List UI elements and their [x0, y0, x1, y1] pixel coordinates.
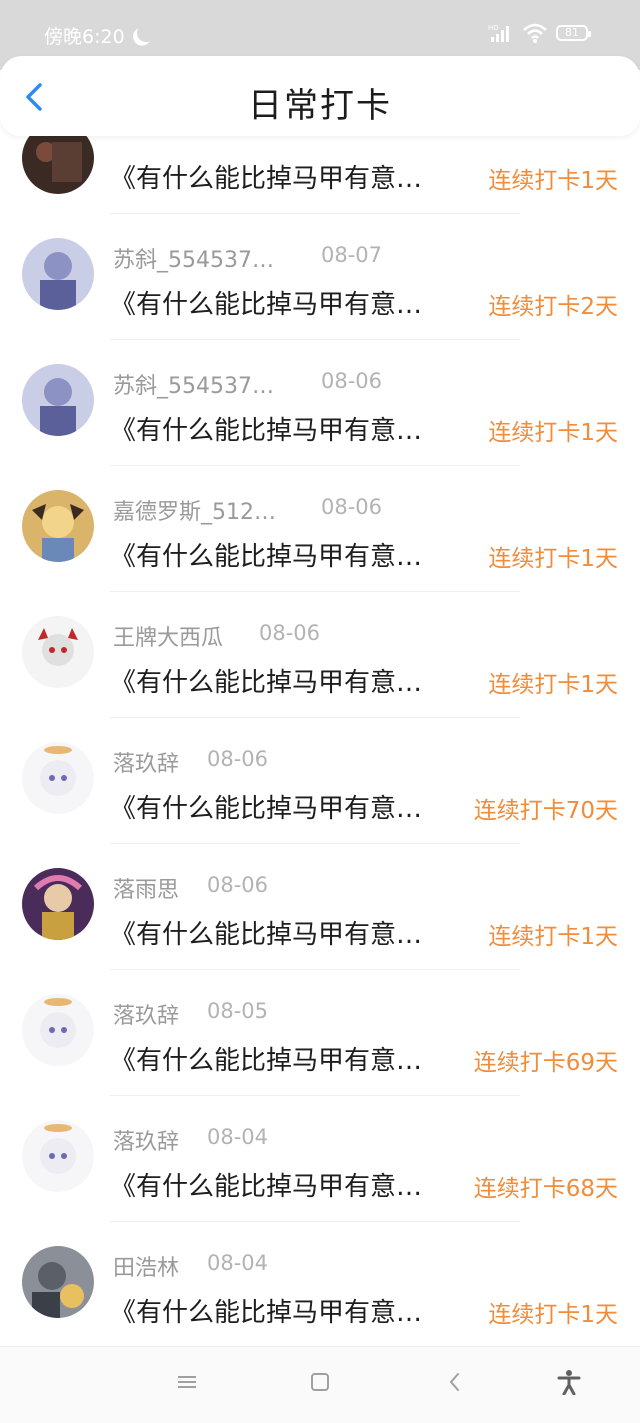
- checkin-row[interactable]: 苏斜_554537… 08-07 《有什么能比掉马甲有意… 连续打卡2天: [0, 234, 640, 360]
- battery-icon: 81: [556, 25, 591, 41]
- checkin-date: 08-06: [321, 369, 383, 393]
- system-nav-bar: [0, 1346, 640, 1423]
- user-avatar[interactable]: [22, 868, 94, 940]
- user-name[interactable]: 苏斜_554537…: [113, 368, 274, 400]
- user-avatar[interactable]: [22, 994, 94, 1066]
- streak-label: 连续打卡1天: [488, 420, 618, 446]
- checkin-row[interactable]: 落玖辞 08-06 《有什么能比掉马甲有意… 连续打卡70天: [0, 738, 640, 864]
- user-name[interactable]: 落玖辞: [113, 1124, 179, 1156]
- page-title: 日常打卡: [248, 86, 392, 126]
- accessibility-icon[interactable]: [556, 1369, 582, 1395]
- user-avatar[interactable]: [22, 1120, 94, 1192]
- book-title[interactable]: 《有什么能比掉马甲有意…: [110, 410, 422, 447]
- row-divider: [110, 1095, 520, 1096]
- user-name[interactable]: 苏斜_554537…: [113, 242, 274, 274]
- user-name[interactable]: 田浩林: [113, 1250, 179, 1282]
- row-divider: [110, 717, 520, 718]
- checkin-row[interactable]: 苏斜_554537… 08-06 《有什么能比掉马甲有意… 连续打卡1天: [0, 360, 640, 486]
- checkin-date: 08-06: [259, 621, 321, 645]
- user-name[interactable]: 落玖辞: [113, 998, 179, 1030]
- checkin-date: 08-04: [207, 1251, 269, 1275]
- streak-label: 连续打卡1天: [488, 546, 618, 572]
- checkin-row[interactable]: 王牌大西瓜 08-06 《有什么能比掉马甲有意… 连续打卡1天: [0, 612, 640, 738]
- checkin-date: 08-06: [321, 495, 383, 519]
- page-header: 日常打卡: [0, 56, 640, 136]
- row-divider: [110, 213, 520, 214]
- user-name[interactable]: 王牌大西瓜: [113, 620, 223, 652]
- book-title[interactable]: 《有什么能比掉马甲有意…: [110, 662, 422, 699]
- user-avatar[interactable]: [22, 742, 94, 814]
- checkin-date: 08-04: [207, 1125, 269, 1149]
- book-title[interactable]: 《有什么能比掉马甲有意…: [110, 284, 422, 321]
- checkin-row[interactable]: 落雨思 08-06 《有什么能比掉马甲有意… 连续打卡1天: [0, 864, 640, 990]
- hd-signal-icon: HD: [488, 24, 509, 42]
- wifi-icon: [523, 23, 547, 43]
- user-name[interactable]: 嘉德罗斯_512…: [113, 494, 276, 526]
- status-time: 傍晚6:20: [44, 26, 125, 48]
- user-name[interactable]: 落玖辞: [113, 746, 179, 778]
- book-title[interactable]: 《有什么能比掉马甲有意…: [110, 914, 422, 951]
- checkin-row[interactable]: 落玖辞 08-04 《有什么能比掉马甲有意… 连续打卡68天: [0, 1116, 640, 1242]
- streak-label: 连续打卡1天: [488, 168, 618, 194]
- streak-label: 连续打卡1天: [488, 672, 618, 698]
- user-avatar[interactable]: [22, 364, 94, 436]
- moon-icon: [134, 21, 157, 44]
- row-divider: [110, 465, 520, 466]
- user-avatar[interactable]: [22, 1246, 94, 1318]
- row-divider: [110, 339, 520, 340]
- book-title[interactable]: 《有什么能比掉马甲有意…: [110, 158, 422, 195]
- back-triangle-icon[interactable]: [444, 1371, 466, 1393]
- checkin-date: 08-07: [321, 243, 383, 267]
- checkin-row[interactable]: 嘉德罗斯_512… 08-06 《有什么能比掉马甲有意… 连续打卡1天: [0, 486, 640, 612]
- book-title[interactable]: 《有什么能比掉马甲有意…: [110, 536, 422, 573]
- svg-text:HD: HD: [488, 24, 499, 32]
- checkin-row[interactable]: 落玖辞 08-05 《有什么能比掉马甲有意… 连续打卡69天: [0, 990, 640, 1116]
- book-title[interactable]: 《有什么能比掉马甲有意…: [110, 1292, 422, 1329]
- checkin-date: 08-06: [207, 873, 269, 897]
- streak-label: 连续打卡2天: [488, 294, 618, 320]
- streak-label: 连续打卡70天: [473, 798, 618, 824]
- checkin-date: 08-05: [207, 999, 269, 1023]
- row-divider: [110, 1221, 520, 1222]
- home-square-icon[interactable]: [309, 1371, 331, 1393]
- book-title[interactable]: 《有什么能比掉马甲有意…: [110, 1166, 422, 1203]
- user-avatar[interactable]: [22, 490, 94, 562]
- row-divider: [110, 591, 520, 592]
- row-divider: [110, 843, 520, 844]
- user-name[interactable]: 落雨思: [113, 872, 179, 904]
- checkin-date: 08-06: [207, 747, 269, 771]
- book-title[interactable]: 《有什么能比掉马甲有意…: [110, 788, 422, 825]
- user-avatar[interactable]: [22, 616, 94, 688]
- book-title[interactable]: 《有什么能比掉马甲有意…: [110, 1040, 422, 1077]
- streak-label: 连续打卡1天: [488, 924, 618, 950]
- battery-level: 81: [565, 26, 579, 39]
- streak-label: 连续打卡68天: [473, 1176, 618, 1202]
- user-avatar[interactable]: [22, 238, 94, 310]
- streak-label: 连续打卡69天: [473, 1050, 618, 1076]
- menu-icon[interactable]: [176, 1371, 198, 1393]
- streak-label: 连续打卡1天: [488, 1302, 618, 1328]
- row-divider: [110, 969, 520, 970]
